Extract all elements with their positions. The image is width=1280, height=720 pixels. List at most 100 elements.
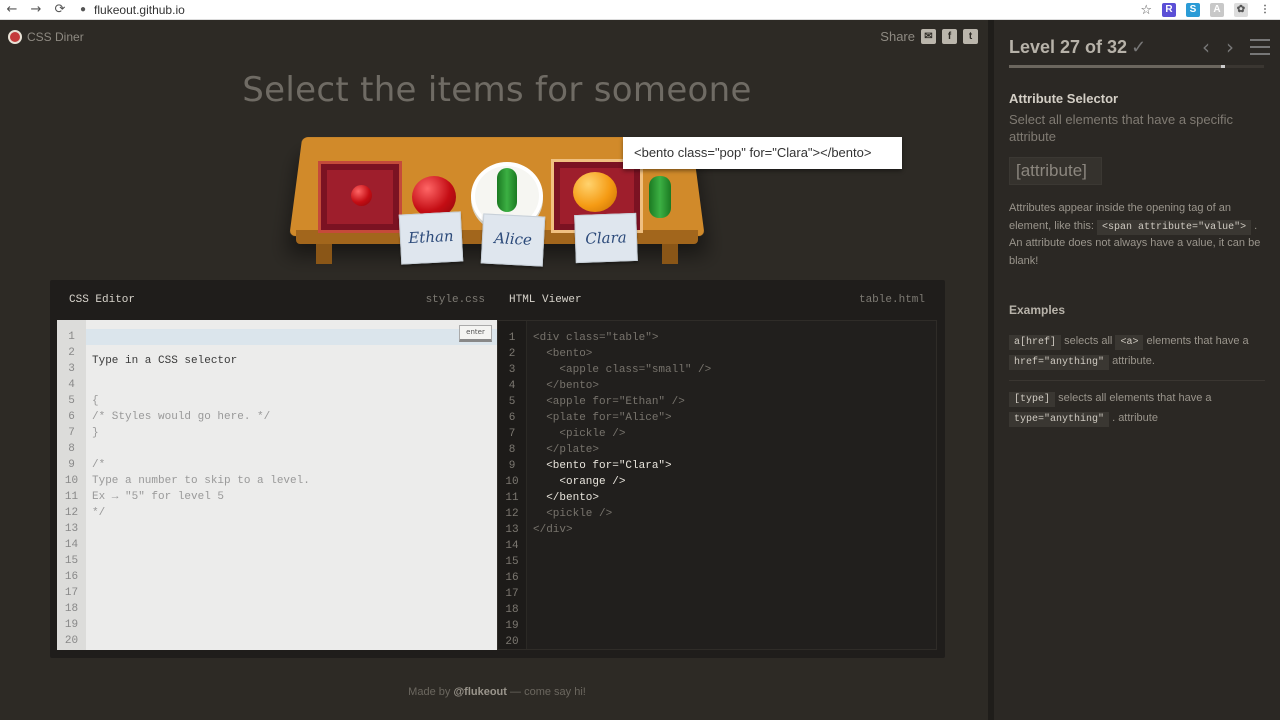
address-bar[interactable]: flukeout.github.io [94,3,185,17]
code-line: <plate for="Alice"> [533,412,672,424]
name-tag-ethan: Ethan [398,211,464,265]
line-number: 5 [508,396,516,408]
css-filename: style.css [425,294,485,306]
line-number: 9 [508,460,516,472]
line-number: 2 [508,348,516,360]
line-number: 15 [505,556,519,568]
line-number: 3 [508,364,516,376]
code-line: <pickle /> [533,428,626,440]
extension-icon[interactable]: R [1162,3,1176,17]
example-code: [type] [1009,392,1056,407]
reload-icon[interactable]: ⟳ [48,2,72,17]
example-item: a[href] selects all <a> elements that ha… [1009,331,1265,371]
author-link[interactable]: @flukeout [453,686,507,698]
css-editor-title: CSS Editor [69,294,136,306]
level-text: Level 27 of 32 [1009,37,1128,57]
facebook-icon[interactable]: f [942,29,957,44]
browser-toolbar: ← → ⟳ ● flukeout.github.io ☆ R S A ✿ ⋮ [0,0,1280,20]
footer: Made by @flukeout — come say hi! [0,686,994,698]
next-level-icon[interactable]: › [1226,35,1234,59]
level-progress-bar [1009,65,1264,68]
bookmark-star-icon[interactable]: ☆ [1140,3,1152,18]
twitter-icon[interactable]: t [963,29,978,44]
line-number: 13 [64,523,79,535]
share-label: Share [880,29,915,44]
line-number: 20 [505,636,519,648]
app-name: CSS Diner [27,30,84,44]
extension-icon[interactable]: S [1186,3,1200,17]
line-number: 14 [505,540,519,552]
code-line: <apple for="Ethan" /> [533,396,685,408]
table-leg [316,244,332,264]
css-editor: 1 2 3 4 5 6 7 8 9 10 11 12 13 14 15 16 17 18 19 20 Type in … [57,320,497,650]
sidebar: Level 27 of 32 ✓ ‹ › Attribute Selector S… [994,20,1280,720]
line-number: 6 [508,412,516,424]
line-number: 8 [508,444,516,456]
code-line: <pickle /> [533,508,613,520]
progress-fill [1009,65,1224,68]
table-leg [662,244,678,264]
orange[interactable] [573,172,617,212]
line-number: 7 [508,428,516,440]
line-number: 16 [64,571,79,583]
html-viewer: 1 2 3 4 5 6 7 8 9 10 11 12 13 14 15 16 17 18 19 20 <div cla… [497,320,937,650]
line-number: 7 [68,427,75,439]
code-line: { [92,395,99,407]
line-number: 6 [68,411,75,423]
line-number: 5 [68,395,75,407]
code-line: </bento> [533,492,600,504]
previous-level-icon[interactable]: ‹ [1202,35,1210,59]
logo-icon [8,30,22,44]
email-icon[interactable]: ✉ [921,29,936,44]
extension-icon[interactable]: A [1210,3,1224,17]
hint-code: <span attribute="value"> [1097,219,1252,235]
code-line: <div class="table"> [533,332,659,344]
name-tag-clara: Clara [574,212,638,264]
enter-button[interactable]: enter [459,325,492,342]
selector-hint: Attributes appear inside the opening tag… [1009,200,1267,270]
line-number: 16 [505,572,519,584]
example-code: href="anything" [1009,355,1110,370]
line-number: 12 [64,507,79,519]
line-number: 19 [64,619,79,631]
line-number: 19 [505,620,519,632]
order-instruction: Select the items for someone [242,70,752,110]
line-number: 8 [68,443,75,455]
back-arrow-icon[interactable]: ← [0,2,24,17]
css-editor-header: CSS Editor style.css [57,280,497,320]
css-code: Type in a CSS selector { /* Styles would … [92,329,310,521]
menu-icon[interactable] [1250,39,1270,55]
share-bar: Share ✉ f t [880,29,978,44]
html-viewer-header: HTML Viewer table.html [497,280,937,320]
editor-panel: CSS Editor style.css HTML Viewer table.h… [50,280,945,658]
line-number: 14 [64,539,79,551]
browser-menu-icon[interactable]: ⋮ [1258,3,1272,17]
code-line: /* Styles would go here. */ [92,411,271,423]
example-item: [type] selects all elements that have a … [1009,388,1265,428]
html-filename: table.html [858,294,925,306]
level-navigation: ‹ › [1202,35,1270,59]
code-line: </bento> [533,380,600,392]
app-logo[interactable]: CSS Diner [8,30,84,44]
forward-arrow-icon[interactable]: → [24,2,48,17]
selector-input[interactable]: Type in a CSS selector [92,353,310,369]
html-code: <div class="table"> <bento> <apple class… [533,330,711,538]
line-number: 13 [505,524,519,536]
code-line: <apple class="small" /> [533,364,712,376]
pickle[interactable] [497,168,517,212]
example-text: . attribute [1112,412,1158,424]
small-apple[interactable] [351,185,372,206]
line-number: 3 [68,363,75,375]
css-line-numbers: 1 2 3 4 5 6 7 8 9 10 11 12 13 14 15 16 17 18 19 20 [57,320,86,650]
example-code: <a> [1115,335,1144,350]
code-line: <bento for="Clara"> [533,460,672,472]
code-line: } [92,427,99,439]
extension-icon[interactable]: ✿ [1234,3,1248,17]
line-number: 1 [68,331,75,343]
html-viewer-title: HTML Viewer [509,294,582,306]
line-number: 11 [505,492,519,504]
selector-description: Select all elements that have a specific… [1009,112,1234,144]
pickle[interactable] [649,176,671,218]
code-line: </plate> [533,444,600,456]
